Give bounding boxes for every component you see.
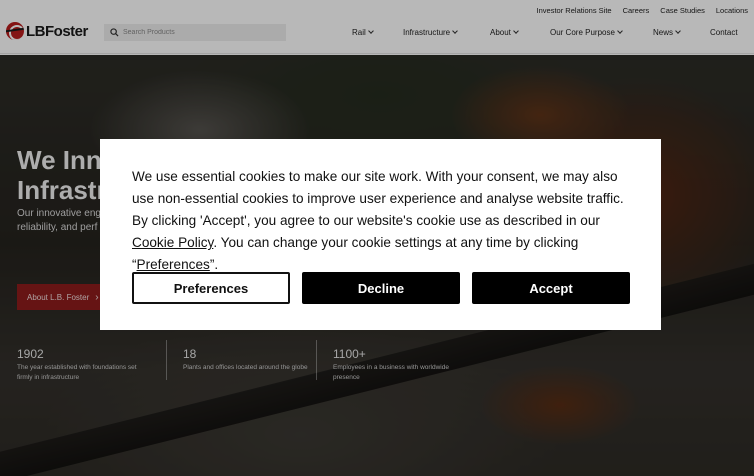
- decline-button[interactable]: Decline: [302, 272, 460, 304]
- preferences-link[interactable]: Preferences: [137, 257, 210, 272]
- cookie-message-text: ”.: [209, 257, 219, 272]
- cookie-consent-dialog: We use essential cookies to make our sit…: [100, 139, 661, 330]
- cookie-policy-link[interactable]: Cookie Policy: [132, 235, 213, 250]
- preferences-button[interactable]: Preferences: [132, 272, 290, 304]
- cookie-message-text: We use essential cookies to make our sit…: [132, 169, 624, 228]
- cookie-message: We use essential cookies to make our sit…: [132, 166, 632, 276]
- accept-button[interactable]: Accept: [472, 272, 630, 304]
